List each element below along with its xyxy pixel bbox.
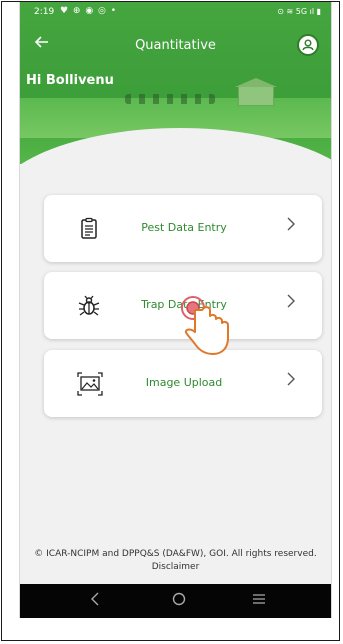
status-notification-icons: ♥ ⊕ ◉ ◎ • [60, 6, 118, 16]
banner-farmhouse [235, 78, 277, 106]
copyright-text: © ICAR-NCIPM and DPPQ&S (DA&FW), GOI. Al… [34, 549, 317, 559]
screenshot-frame: 2:19 ♥ ⊕ ◉ ◎ • ⊙ ≋ 5G ıl ▮ Quantitative … [1, 1, 340, 641]
nav-recents-icon[interactable] [252, 592, 266, 610]
page-title: Quantitative [135, 38, 216, 53]
chevron-right-icon [286, 370, 296, 391]
system-nav-bar [20, 584, 331, 618]
user-circle-icon[interactable] [297, 34, 319, 56]
nav-home-icon[interactable] [172, 592, 186, 610]
status-time: 2:19 [34, 7, 55, 17]
status-bar: 2:19 ♥ ⊕ ◉ ◎ • ⊙ ≋ 5G ıl ▮ [20, 2, 331, 24]
image-upload-card[interactable]: Image Upload [44, 350, 322, 417]
image-icon [77, 372, 103, 396]
chevron-right-icon [286, 215, 296, 236]
greeting-text: Hi Bollivenu [26, 73, 114, 88]
card-label: Pest Data Entry [141, 221, 227, 234]
disclaimer-link[interactable]: Disclaimer [20, 561, 331, 574]
app-bar: Quantitative [20, 30, 331, 62]
banner-trees [125, 94, 215, 104]
footer: © ICAR-NCIPM and DPPQ&S (DA&FW), GOI. Al… [20, 548, 331, 574]
pest-data-entry-card[interactable]: Pest Data Entry [44, 195, 322, 262]
chevron-right-icon [286, 292, 296, 313]
document-icon [77, 217, 101, 241]
status-system-icons: ⊙ ≋ 5G ıl ▮ [277, 7, 321, 16]
card-label: Image Upload [145, 376, 223, 389]
bug-icon [77, 294, 101, 318]
tap-hand-icon [175, 292, 235, 358]
nav-back-icon[interactable] [90, 592, 100, 610]
phone-screen: 2:19 ♥ ⊕ ◉ ◎ • ⊙ ≋ 5G ıl ▮ Quantitative … [19, 2, 332, 618]
